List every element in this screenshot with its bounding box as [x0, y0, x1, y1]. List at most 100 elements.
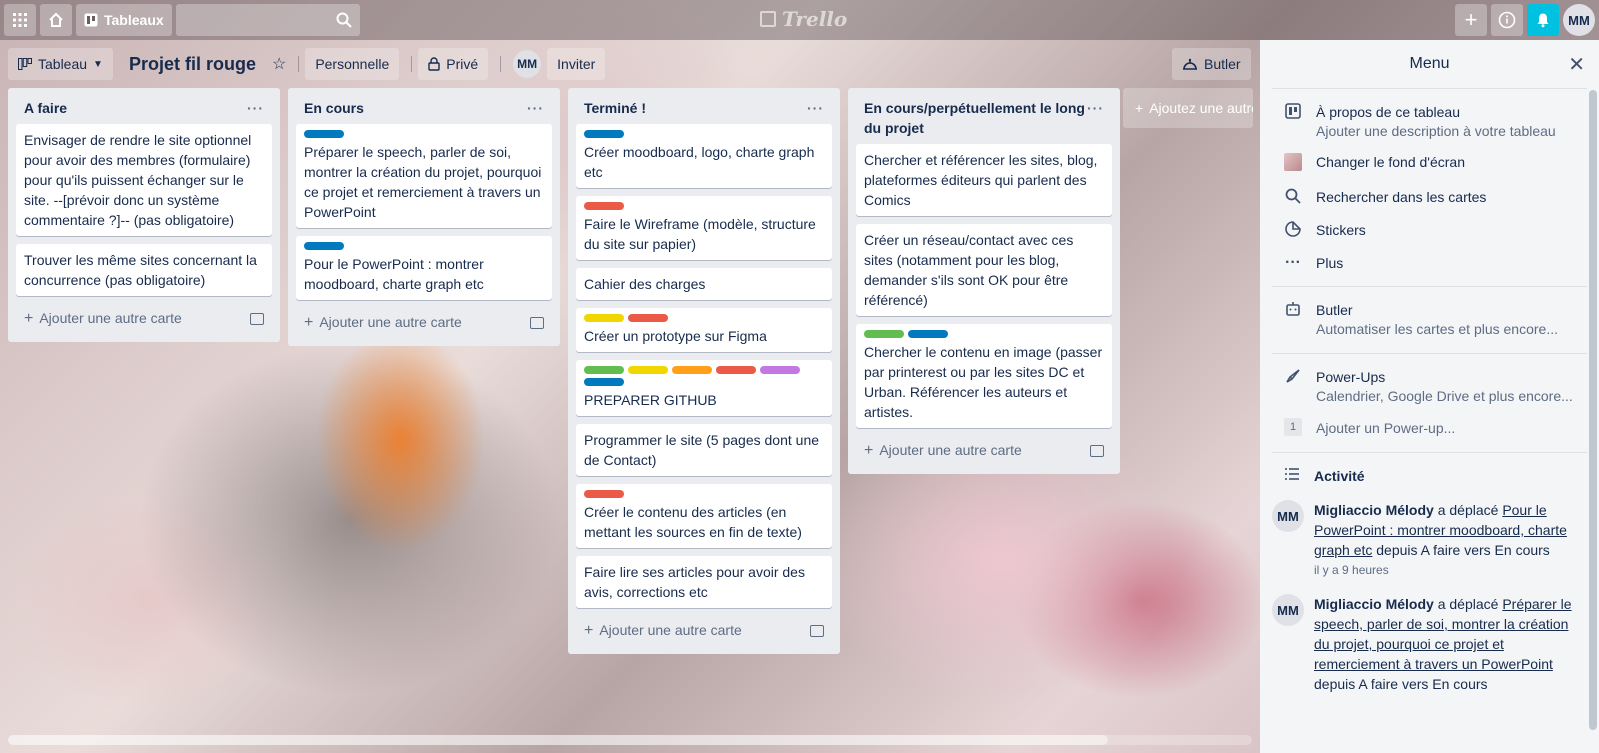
list-termine[interactable]: Terminé ! ··· Créer moodboard, logo, char…: [568, 88, 840, 654]
menu-item-more[interactable]: ··· Plus: [1272, 248, 1587, 278]
card[interactable]: Créer un réseau/contact avec ces sites (…: [856, 224, 1112, 316]
add-card-button[interactable]: + Ajouter une autre carte: [856, 436, 1112, 466]
menu-item-search-cards[interactable]: Rechercher dans les cartes: [1272, 182, 1587, 215]
menu-item-butler[interactable]: Butler Automatiser les cartes et plus enc…: [1272, 295, 1587, 345]
add-card-button[interactable]: + Ajouter une autre carte: [576, 616, 832, 646]
card-template-icon[interactable]: [530, 317, 544, 329]
card[interactable]: Programmer le site (5 pages dont une de …: [576, 424, 832, 476]
card-label-blue[interactable]: [304, 130, 344, 138]
board-title[interactable]: Projet fil rouge: [119, 54, 266, 75]
view-switcher-button[interactable]: Tableau ▼: [8, 48, 113, 80]
card-label-blue[interactable]: [584, 130, 624, 138]
card-label-blue[interactable]: [304, 242, 344, 250]
workspace-label: Personnelle: [315, 56, 390, 72]
list-menu-icon[interactable]: ···: [1087, 98, 1104, 118]
search-input[interactable]: [175, 4, 360, 36]
card[interactable]: Faire le Wireframe (modèle, structure du…: [576, 196, 832, 260]
card[interactable]: Cahier des charges: [576, 268, 832, 300]
activity-header[interactable]: Activité: [1260, 453, 1599, 494]
card-text: Cahier des charges: [584, 276, 706, 292]
activity-user[interactable]: Migliaccio Mélody: [1314, 502, 1434, 518]
card-template-icon[interactable]: [250, 313, 264, 325]
plus-icon: +: [1135, 100, 1144, 116]
close-icon[interactable]: ✕: [1568, 52, 1585, 77]
home-button[interactable]: [40, 4, 72, 36]
card-label-red[interactable]: [716, 366, 756, 374]
list-title[interactable]: Terminé !: [584, 98, 646, 118]
notifications-button[interactable]: [1527, 4, 1559, 36]
user-avatar[interactable]: MM: [1563, 4, 1595, 36]
scrollbar-thumb[interactable]: [1589, 90, 1597, 730]
activity-avatar[interactable]: MM: [1272, 500, 1304, 532]
activity-title: Activité: [1314, 467, 1365, 484]
board-icon: [1284, 103, 1302, 124]
list-en-cours-perpetuellement[interactable]: En cours/perpétuellement le long du proj…: [848, 88, 1120, 474]
card-text: Envisager de rendre le site optionnel po…: [24, 132, 252, 228]
activity-user[interactable]: Migliaccio Mélody: [1314, 596, 1434, 612]
card[interactable]: Trouver les même sites concernant la con…: [16, 244, 272, 296]
menu-item-stickers[interactable]: Stickers: [1272, 215, 1587, 248]
workspace-button[interactable]: Personnelle: [305, 48, 400, 80]
card-label-yellow[interactable]: [584, 314, 624, 322]
vertical-scrollbar[interactable]: [1589, 90, 1597, 750]
list-title[interactable]: A faire: [24, 98, 67, 118]
menu-item-power-ups[interactable]: Power-Ups Calendrier, Google Drive et plu…: [1272, 362, 1587, 412]
activity-time[interactable]: il y a 9 heures: [1314, 560, 1587, 580]
card[interactable]: Préparer le speech, parler de soi, montr…: [296, 124, 552, 228]
card[interactable]: Créer un prototype sur Figma: [576, 308, 832, 352]
list-menu-icon[interactable]: ···: [527, 98, 544, 118]
search-cards-label: Rechercher dans les cartes: [1316, 189, 1487, 205]
menu-item-about[interactable]: À propos de ce tableau Ajouter une descri…: [1272, 97, 1587, 147]
card-label-purple[interactable]: [760, 366, 800, 374]
card-label-red[interactable]: [628, 314, 668, 322]
card-label-red[interactable]: [584, 202, 624, 210]
butler-title: Butler: [1316, 302, 1353, 318]
header-divider: [411, 56, 413, 72]
apps-grid-button[interactable]: [4, 4, 36, 36]
add-list-button[interactable]: + Ajoutez une autre liste: [1123, 88, 1253, 128]
card-label-orange[interactable]: [672, 366, 712, 374]
card-label-green[interactable]: [864, 330, 904, 338]
card-label-yellow[interactable]: [628, 366, 668, 374]
card-template-icon[interactable]: [1090, 445, 1104, 457]
plus-icon: +: [304, 314, 314, 331]
card-label-blue[interactable]: [908, 330, 948, 338]
card[interactable]: Pour le PowerPoint : montrer moodboard, …: [296, 236, 552, 300]
change-background-label: Changer le fond d'écran: [1316, 154, 1465, 170]
activity-avatar[interactable]: MM: [1272, 594, 1304, 626]
member-avatar[interactable]: MM: [513, 50, 542, 78]
list-menu-icon[interactable]: ···: [247, 98, 264, 118]
card[interactable]: Envisager de rendre le site optionnel po…: [16, 124, 272, 236]
card[interactable]: Chercher et référencer les sites, blog, …: [856, 144, 1112, 216]
card-label-green[interactable]: [584, 366, 624, 374]
list-title[interactable]: En cours/perpétuellement le long du proj…: [864, 98, 1087, 138]
card[interactable]: PREPARER GITHUB: [576, 360, 832, 416]
visibility-button[interactable]: Privé: [418, 48, 489, 80]
menu-item-change-background[interactable]: Changer le fond d'écran: [1272, 147, 1587, 182]
add-card-button[interactable]: + Ajouter une autre carte: [16, 304, 272, 334]
boards-button[interactable]: Tableaux: [76, 4, 172, 36]
card-label-blue[interactable]: [584, 378, 624, 386]
add-card-button[interactable]: + Ajouter une autre carte: [296, 308, 552, 338]
list-menu-icon[interactable]: ···: [807, 98, 824, 118]
card[interactable]: Créer le contenu des articles (en mettan…: [576, 484, 832, 548]
trello-logo[interactable]: Trello: [760, 7, 847, 31]
horizontal-scrollbar[interactable]: [8, 735, 1252, 745]
card[interactable]: Créer moodboard, logo, charte graph etc: [576, 124, 832, 188]
invite-button[interactable]: Inviter: [547, 48, 606, 80]
card-template-icon[interactable]: [810, 625, 824, 637]
scrollbar-thumb[interactable]: [8, 735, 1108, 745]
card[interactable]: Faire lire ses articles pour avoir des a…: [576, 556, 832, 608]
menu-item-add-power-up[interactable]: 1 Ajouter un Power-up...: [1272, 412, 1587, 444]
info-button[interactable]: [1491, 4, 1523, 36]
list-en-cours[interactable]: En cours ··· Préparer le speech, parler d…: [288, 88, 560, 346]
butler-button[interactable]: Butler: [1172, 48, 1251, 80]
card-label-red[interactable]: [584, 490, 624, 498]
list-title[interactable]: En cours: [304, 98, 364, 118]
card[interactable]: Chercher le contenu en image (passer par…: [856, 324, 1112, 428]
star-icon[interactable]: ☆: [266, 54, 292, 74]
card-labels: [584, 366, 824, 386]
create-button[interactable]: +: [1455, 4, 1487, 36]
add-card-label: Ajouter une autre carte: [879, 442, 1022, 458]
list-a-faire[interactable]: A faire ··· Envisager de rendre le site o…: [8, 88, 280, 342]
